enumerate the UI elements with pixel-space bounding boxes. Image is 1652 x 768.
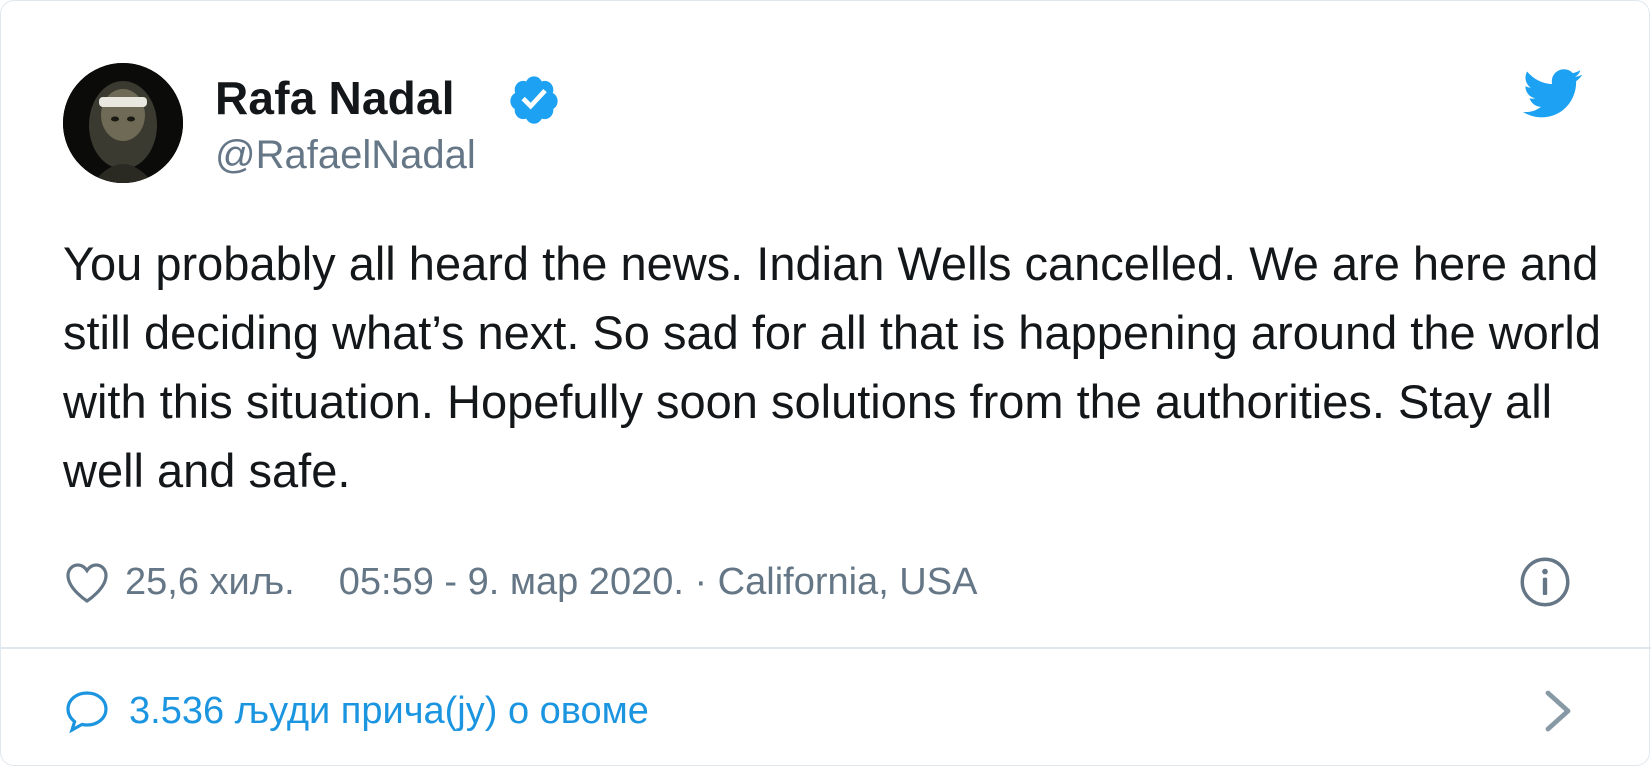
chevron-right-icon[interactable]	[1543, 689, 1573, 733]
twitter-bird-icon[interactable]	[1523, 69, 1583, 119]
timestamp-location[interactable]: 05:59 - 9. мар 2020. · California, USA	[339, 561, 978, 604]
tweet-card[interactable]: Rafa Nadal @RafaelNadal You probably all…	[0, 0, 1651, 766]
conversation-text[interactable]: 3.536 људи прича(ју) о овоме	[129, 690, 649, 733]
verified-badge-icon	[510, 76, 558, 124]
info-icon[interactable]	[1519, 556, 1571, 608]
author-handle[interactable]: @RafaelNadal	[215, 133, 476, 178]
tweet-text: You probably all heard the news. Indian …	[63, 237, 1602, 497]
conversation-link[interactable]: 3.536 људи прича(ју) о овоме	[63, 685, 649, 737]
avatar-image	[63, 63, 183, 183]
heart-icon[interactable]	[63, 560, 111, 604]
speech-bubble-icon	[66, 691, 108, 734]
like-count[interactable]: 25,6 хиљ.	[125, 561, 295, 604]
divider	[1, 647, 1651, 649]
tweet-meta: 25,6 хиљ. 05:59 - 9. мар 2020. · Califor…	[63, 557, 977, 607]
avatar[interactable]	[63, 63, 183, 183]
author-name[interactable]: Rafa Nadal	[215, 71, 455, 125]
